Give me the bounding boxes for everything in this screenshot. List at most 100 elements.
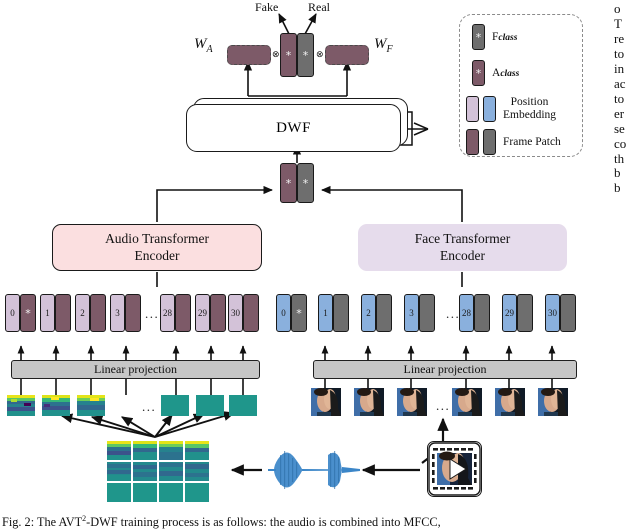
- face-frame: [452, 388, 482, 416]
- face-encoder-line1: Face Transformer: [414, 230, 511, 246]
- legend-f-sub: class: [498, 32, 518, 43]
- face-token-29-patch: [517, 294, 533, 332]
- mfcc-grid-cell: [107, 462, 131, 481]
- legend-item-frame-patch: Frame Patch: [466, 129, 561, 155]
- mfcc-grid-cell: [107, 483, 131, 502]
- body-line: in: [614, 60, 625, 76]
- face-class-token: *: [291, 294, 307, 332]
- audio-token-0-index: 0: [10, 307, 15, 318]
- body-line: ac: [614, 75, 626, 91]
- audio-token-30-index: 30: [231, 307, 240, 318]
- fusion-face-class-token: *: [297, 163, 314, 203]
- audio-encoder-line2: Encoder: [134, 247, 180, 263]
- audio-token-2-position: 2: [75, 294, 90, 332]
- face-frame-ellipsis: ...: [436, 398, 451, 413]
- dwf-block: DWF: [186, 104, 401, 152]
- body-line: to: [614, 90, 625, 106]
- audio-weight-subscript: A: [206, 44, 213, 55]
- audio-token-2-index: 2: [80, 307, 85, 318]
- face-token-1-patch: [333, 294, 349, 332]
- legend-item-a-class: * Aclass: [472, 60, 519, 86]
- face-frame: [354, 388, 384, 416]
- label-real: Real: [308, 0, 330, 14]
- mfcc-grid-cell: [185, 441, 209, 460]
- face-encoder-line2: Encoder: [440, 247, 485, 263]
- audio-token-28-patch: [175, 294, 191, 332]
- face-token-30-patch: [560, 294, 576, 332]
- face-linear-projection: Linear projection: [313, 360, 577, 379]
- face-token-28-index: 28: [462, 307, 471, 318]
- face-token-1-index: 1: [323, 307, 328, 318]
- mfcc-strip-2: [42, 395, 70, 416]
- legend-label-f-class: Fclass: [492, 31, 517, 44]
- legend-item-f-class: * Fclass: [472, 24, 517, 50]
- mfcc-strip-1: [7, 395, 35, 416]
- face-token-28-position: 28: [459, 294, 474, 332]
- audio-encoder-line1: Audio Transformer: [105, 230, 209, 246]
- legend-a-sub: class: [500, 68, 520, 79]
- audio-token-30-patch: [243, 294, 259, 332]
- face-token-2-index: 2: [366, 307, 371, 318]
- audio-token-3-index: 3: [115, 307, 120, 318]
- audio-token-2-patch: [90, 294, 106, 332]
- face-weight-label: WF: [374, 36, 393, 55]
- mfcc-grid-cell: [133, 483, 157, 502]
- audio-token-29-index: 29: [198, 307, 207, 318]
- face-token-3-position: 3: [404, 294, 419, 332]
- figure-caption-text: Fig. 2: The AVT2-DWF training process is…: [2, 514, 441, 530]
- mfcc-grid-cell: [159, 483, 183, 502]
- audio-token-1-position: 1: [40, 294, 55, 332]
- face-token-1-position: 1: [318, 294, 333, 332]
- body-line: re: [614, 30, 625, 46]
- body-line: co: [614, 135, 627, 151]
- legend-swatch-face-class: *: [472, 24, 485, 50]
- legend-swatch-face-patch: [483, 129, 496, 155]
- face-frame: [495, 388, 525, 416]
- audio-token-3-patch: [125, 294, 141, 332]
- body-line: th: [614, 150, 625, 166]
- audio-weight-block: [227, 45, 271, 65]
- audio-token-28-position: 28: [160, 294, 175, 332]
- mfcc-grid-cell: [185, 483, 209, 502]
- audio-linear-projection-label: Linear projection: [94, 362, 177, 376]
- audio-token-30-position: 30: [228, 294, 243, 332]
- body-line: b: [614, 180, 621, 196]
- mfcc-grid-cell: [107, 441, 131, 460]
- audio-token-28-index: 28: [163, 307, 172, 318]
- mfcc-strip-3: [77, 395, 105, 416]
- face-weight-block: [325, 45, 369, 65]
- audio-token-29-position: 29: [195, 294, 210, 332]
- legend-position-line1: Position: [510, 96, 549, 109]
- legend-label-position-embedding: Position Embedding: [503, 96, 556, 122]
- face-token-3-patch: [419, 294, 435, 332]
- face-token-0-position: 0: [276, 294, 291, 332]
- face-token-2-position: 2: [361, 294, 376, 332]
- face-token-28-patch: [474, 294, 490, 332]
- audio-token-1-index: 1: [45, 307, 50, 318]
- label-fake: Fake: [255, 0, 279, 14]
- mfcc-strip-6: [229, 395, 257, 416]
- audio-transformer-encoder: Audio Transformer Encoder: [52, 224, 262, 271]
- mfcc-grid-cell: [185, 462, 209, 481]
- audio-token-0-position: 0: [5, 294, 20, 332]
- mfcc-strip-5: [196, 395, 224, 416]
- face-frame: [538, 388, 568, 416]
- face-token-30-index: 30: [548, 307, 557, 318]
- legend-swatch-audio-position: [466, 96, 479, 122]
- body-line: se: [614, 120, 625, 136]
- face-frame: [397, 388, 427, 416]
- face-token-29-index: 29: [505, 307, 514, 318]
- mfcc-strip-4: [161, 395, 189, 416]
- mfcc-strip-ellipsis: ...: [142, 399, 157, 414]
- audio-token-29-patch: [210, 294, 226, 332]
- top-audio-class-token: *: [280, 33, 297, 77]
- top-face-class-token: *: [297, 33, 314, 77]
- audio-linear-projection: Linear projection: [11, 360, 260, 379]
- video-source-icon[interactable]: [427, 441, 482, 497]
- audio-token-3-position: 3: [110, 294, 125, 332]
- legend-item-position-embedding: Position Embedding: [466, 96, 556, 122]
- body-line: o: [614, 1, 621, 16]
- legend-position-line2: Embedding: [503, 109, 557, 121]
- face-token-30-position: 30: [545, 294, 560, 332]
- face-transformer-encoder: Face Transformer Encoder: [358, 224, 567, 271]
